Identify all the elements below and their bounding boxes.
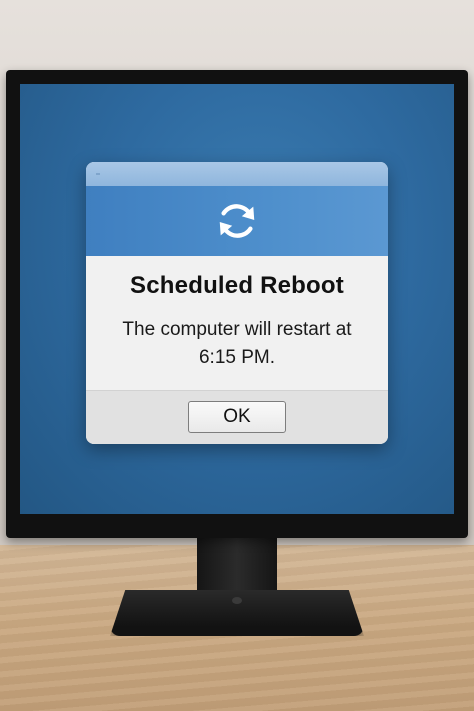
reboot-dialog: Scheduled Reboot The computer will resta… [86, 162, 388, 444]
dialog-title: Scheduled Reboot [130, 272, 344, 299]
dialog-message: The computer will restart at 6:15 PM. [122, 319, 352, 368]
dialog-footer: OK [86, 390, 388, 444]
dialog-header [86, 186, 388, 256]
titlebar-mark [96, 173, 100, 175]
ok-button[interactable]: OK [188, 400, 286, 433]
monitor-stand-neck [197, 530, 277, 600]
dialog-titlebar[interactable] [86, 162, 388, 186]
refresh-icon [219, 204, 255, 238]
dialog-body: Scheduled Reboot The computer will resta… [86, 256, 388, 390]
stand-base-dot [232, 597, 242, 604]
